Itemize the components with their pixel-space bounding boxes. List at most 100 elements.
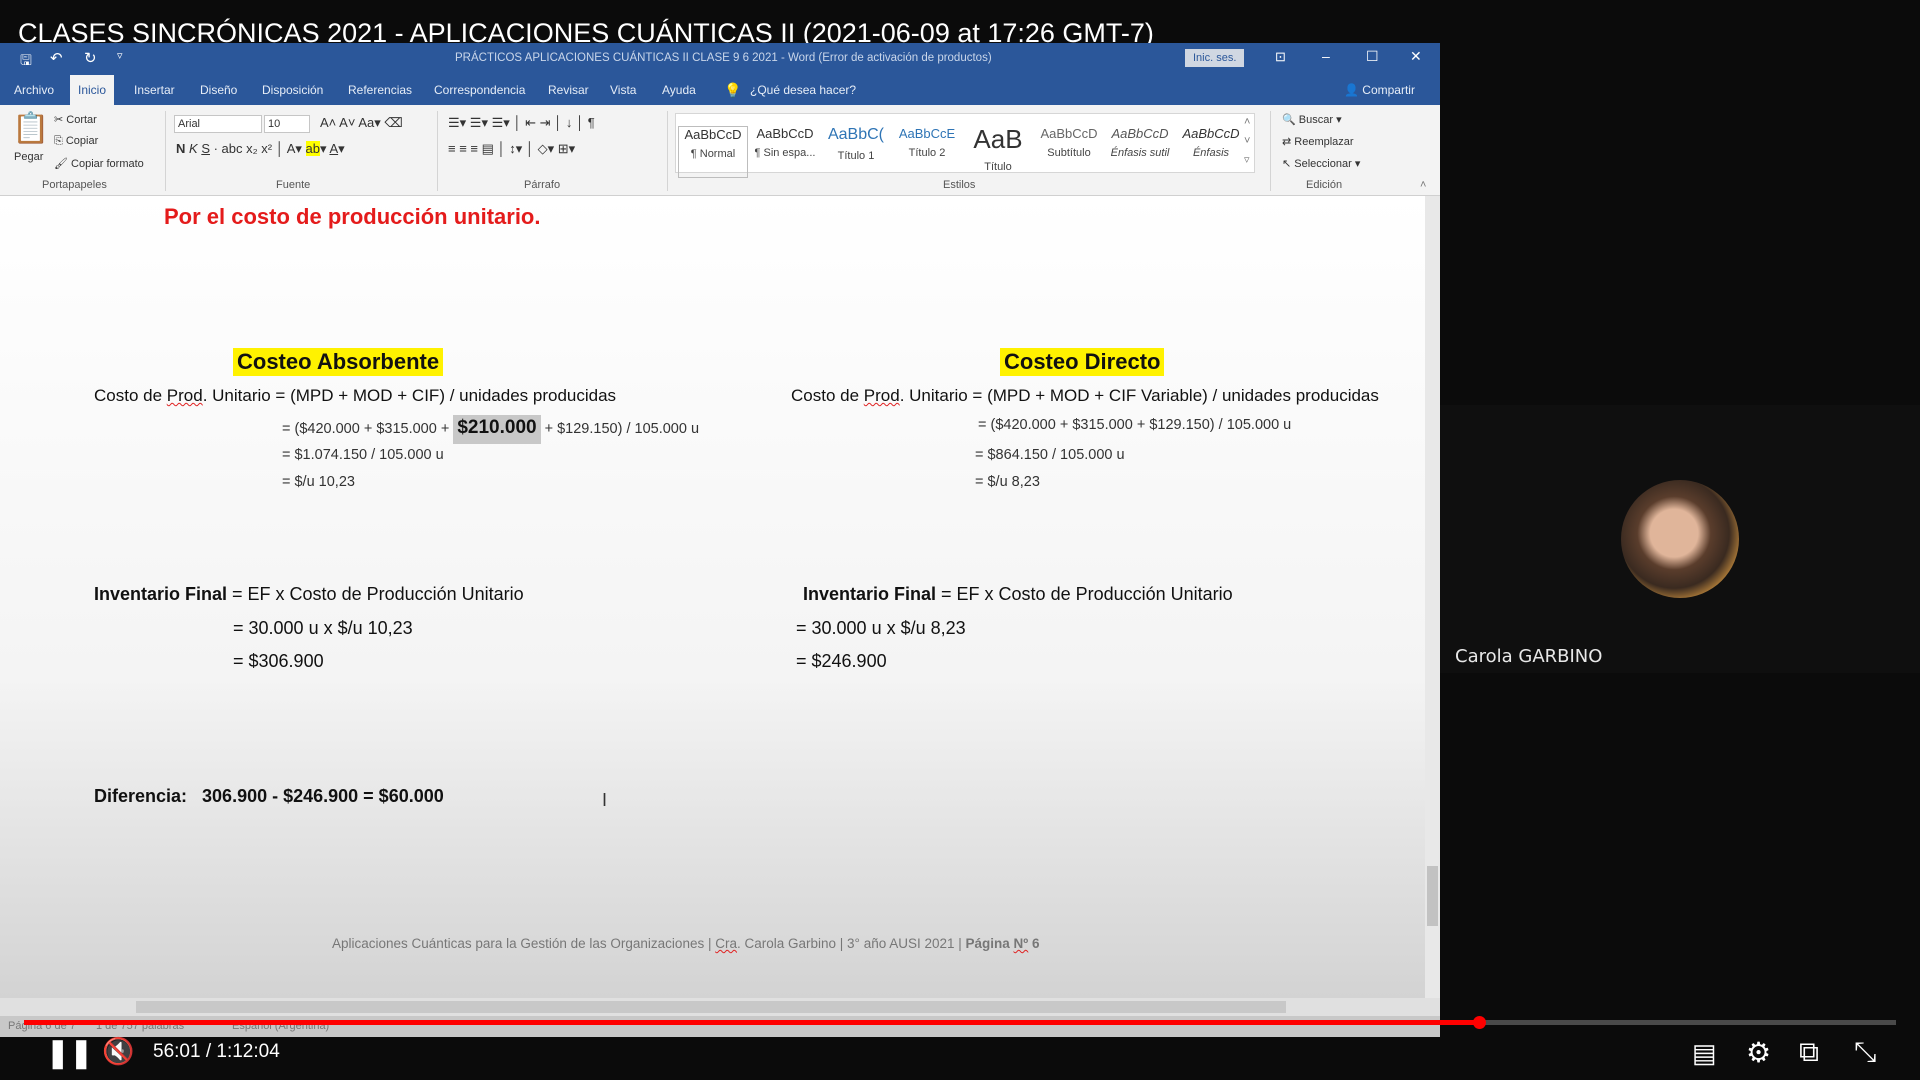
style-title[interactable]: AaB Título: [963, 126, 1033, 178]
tab-disposicion[interactable]: Disposición: [254, 75, 331, 105]
text: Costo de: [94, 386, 167, 405]
participant-name: Carola GARBINO: [1455, 646, 1603, 667]
text: = ($420.000 + $315.000 +: [282, 421, 454, 437]
alignment-icons[interactable]: ≡ ≡ ≡ ▤ │ ↕▾ │ ◇▾ ⊞▾: [448, 141, 575, 157]
text: = EF x Costo de Producción Unitario: [936, 584, 1233, 604]
format-painter-button[interactable]: 🖌 Copiar formato: [54, 157, 144, 170]
customize-toolbar-icon[interactable]: ▿: [117, 49, 123, 62]
inventory-calc-left: = 30.000 u x $/u 10,23: [233, 618, 413, 638]
maximize-icon[interactable]: ☐: [1366, 48, 1379, 65]
style-normal[interactable]: AaBbCcD ¶ Normal: [678, 126, 748, 178]
divider: [437, 111, 438, 191]
label: Inventario Final: [803, 584, 937, 604]
horizontal-scrollbar[interactable]: [0, 998, 1440, 1016]
miniplayer-icon[interactable]: ⧉: [1799, 1036, 1819, 1069]
style-label: Énfasis: [1192, 147, 1230, 159]
tab-insertar[interactable]: Insertar: [126, 75, 183, 105]
tab-correspondencia[interactable]: Correspondencia: [426, 75, 533, 105]
paste-icon[interactable]: 📋: [12, 111, 49, 146]
tab-vista[interactable]: Vista: [602, 75, 644, 105]
scroll-thumb[interactable]: [136, 1001, 1286, 1013]
tab-revisar[interactable]: Revisar: [540, 75, 597, 105]
style-emphasis[interactable]: AaBbCcD Énfasis: [1176, 126, 1246, 178]
inventory-formula-right: Inventario Final = EF x Costo de Producc…: [803, 584, 1233, 605]
style-sample: AaBbCcD: [684, 127, 742, 142]
font-grow-shrink-icons[interactable]: A˄ A˅ Aa▾ ⌫: [320, 115, 403, 131]
replace-button[interactable]: ⇄ Reemplazar: [1282, 135, 1354, 148]
exit-fullscreen-icon[interactable]: ⤡: [1854, 1036, 1876, 1069]
avatar: [1621, 480, 1739, 598]
tab-diseno[interactable]: Diseño: [192, 75, 245, 105]
cut-button[interactable]: ✂ Cortar: [54, 113, 97, 126]
person-icon: 👤: [1344, 83, 1363, 97]
group-label-editing: Edición: [1306, 179, 1343, 191]
style-sample: AaBbCcD: [1111, 126, 1169, 141]
title-bar: 🖫 ↶ ↻ ▿ PRÁCTICOS APLICACIONES CUÁNTICAS…: [0, 43, 1440, 75]
section-heading: Por el costo de producción unitario.: [164, 204, 541, 229]
style-label: ¶ Sin espa...: [754, 147, 816, 159]
font-format-icons[interactable]: N K S · abc x₂ x² │ A▾ ab▾ A▾: [176, 141, 345, 157]
lightbulb-icon: 💡: [724, 82, 742, 98]
progress-scrubber[interactable]: [1472, 1016, 1486, 1029]
select-button[interactable]: ↖ Seleccionar ▾: [1282, 157, 1360, 170]
find-button[interactable]: 🔍 Buscar ▾: [1282, 113, 1342, 126]
subtitles-icon[interactable]: ▤: [1692, 1038, 1717, 1069]
group-label-styles: Estilos: [943, 179, 976, 191]
list-icons[interactable]: ☰▾ ☰▾ ☰▾ │ ⇤ ⇥ │ ↓ │ ¶: [448, 115, 595, 131]
text: Página: [965, 936, 1014, 951]
pause-icon[interactable]: ❚❚: [46, 1036, 93, 1069]
tab-referencias[interactable]: Referencias: [340, 75, 420, 105]
scroll-thumb[interactable]: [1427, 866, 1438, 926]
format-painter-label: Copiar formato: [71, 158, 144, 170]
copy-button[interactable]: ⎘ Copiar: [54, 135, 98, 148]
style-label: Título 1: [837, 150, 875, 162]
sign-in-button[interactable]: Inic. ses.: [1185, 49, 1245, 67]
style-subtle-emphasis[interactable]: AaBbCcD Énfasis sutil: [1105, 126, 1175, 178]
tab-ayuda[interactable]: Ayuda: [654, 75, 704, 105]
close-icon[interactable]: ✕: [1410, 48, 1422, 65]
inventory-result-right: = $246.900: [796, 651, 887, 671]
style-sample: AaBbCcD: [1182, 126, 1240, 141]
redo-icon[interactable]: ↻: [84, 49, 97, 67]
styles-gallery: AaBbCcD ¶ Normal AaBbCcD ¶ Sin espa... AaB…: [675, 113, 1255, 178]
find-label: Buscar: [1298, 114, 1334, 126]
calc-line-3: = $/u 10,23: [282, 474, 355, 490]
tab-inicio[interactable]: Inicio: [70, 75, 115, 105]
text: . Carola Garbino | 3° año AUSI 2021 |: [736, 936, 966, 951]
share-button[interactable]: 👤 Compartir: [1344, 83, 1415, 97]
settings-gear-icon[interactable]: ⚙: [1746, 1036, 1771, 1069]
ribbon-options-icon[interactable]: ⊡: [1275, 49, 1286, 65]
calc-line-3: = $/u 8,23: [975, 474, 1040, 490]
style-heading-1[interactable]: AaBbC(Título 1: [821, 126, 891, 178]
minimize-icon[interactable]: –: [1322, 48, 1330, 64]
inventory-calc-right: = 30.000 u x $/u 8,23: [796, 618, 966, 638]
text: Aplicaciones Cuánticas para la Gestión d…: [332, 936, 716, 951]
progress-played: [24, 1020, 1479, 1025]
collapse-ribbon-icon[interactable]: ˄: [1420, 179, 1426, 191]
style-label: Énfasis sutil: [1110, 147, 1170, 159]
font-size-select[interactable]: 10: [264, 115, 310, 133]
styles-scroll-icons[interactable]: ˄ ˅ ▿: [1244, 113, 1250, 170]
heading-costeo-absorbente: Costeo Absorbente: [233, 348, 444, 376]
calc-line-2: = $864.150 / 105.000 u: [975, 447, 1125, 463]
inventory-result-left: = $306.900: [233, 651, 324, 671]
style-label: Título: [984, 161, 1012, 173]
vertical-scrollbar[interactable]: [1425, 196, 1440, 998]
misspelled-word: Prod: [166, 386, 203, 405]
style-heading-2[interactable]: AaBbCcE Título 2: [892, 126, 962, 178]
paste-button[interactable]: Pegar: [14, 151, 43, 163]
misspelled-word: Cra: [715, 936, 737, 951]
font-name-select[interactable]: Arial: [174, 115, 262, 133]
style-subtitle[interactable]: AaBbCcD Subtítulo: [1034, 126, 1104, 178]
save-icon[interactable]: 🖫: [20, 50, 32, 74]
undo-icon[interactable]: ↶: [50, 49, 63, 67]
style-no-spacing[interactable]: AaBbCcD ¶ Sin espa...: [750, 126, 820, 178]
text-cursor-icon: I: [602, 790, 608, 810]
divider: [165, 111, 166, 191]
selected-text[interactable]: $210.000: [453, 415, 541, 444]
muted-volume-icon[interactable]: 🔇: [102, 1036, 134, 1067]
tab-archivo[interactable]: Archivo: [6, 75, 62, 105]
video-progress-bar[interactable]: [24, 1016, 1896, 1029]
text: . Unitario = (MPD + MOD + CIF Variable) …: [899, 386, 1379, 405]
tell-me-input[interactable]: ¿Qué desea hacer?: [742, 75, 864, 105]
